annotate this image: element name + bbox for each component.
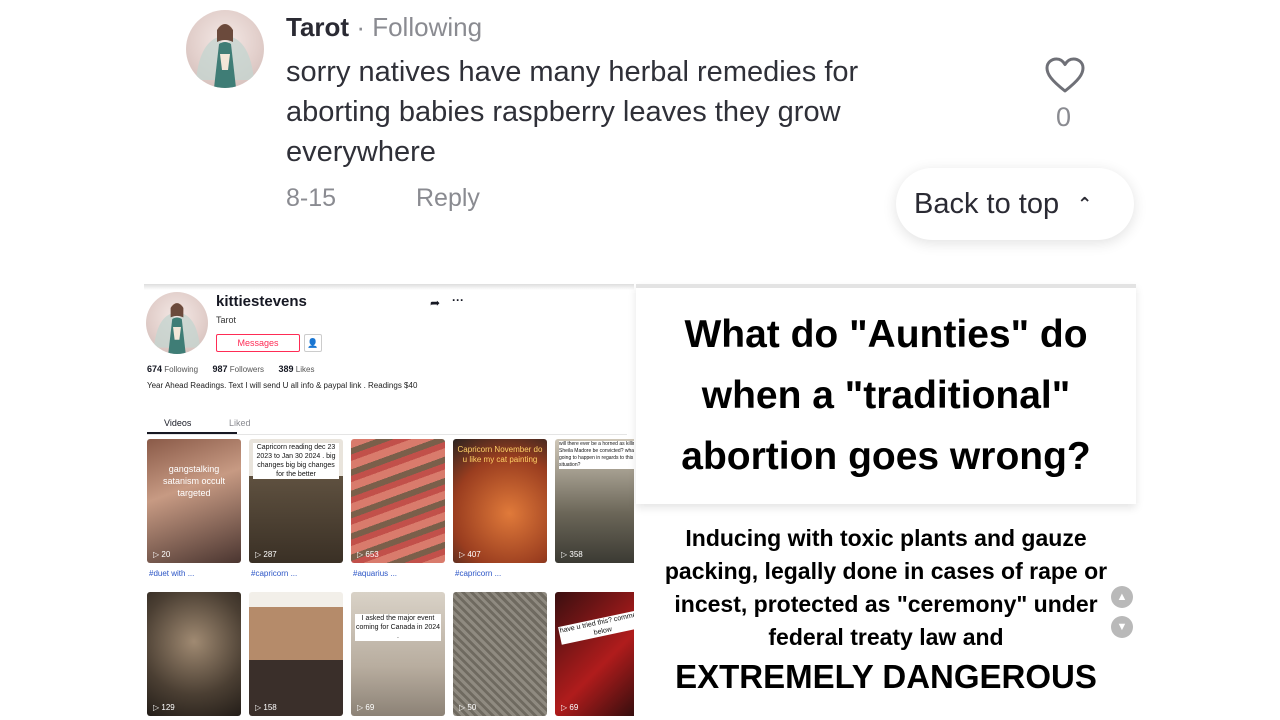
video-caption[interactable]: #capricorn ... [455,569,501,578]
video-thumbnail[interactable]: ▷ 653 [351,439,445,563]
video-views: ▷ 20 [153,550,171,559]
video-views: ▷ 69 [357,703,375,712]
scroll-down-button[interactable]: ▼ [1111,616,1133,638]
video-views: ▷ 69 [561,703,579,712]
profile-nickname: Tarot [216,315,237,325]
author-name[interactable]: Tarot [286,12,349,42]
video-thumbnail[interactable]: have u tried this? comment below ▷ 69 [555,592,634,716]
back-to-top-button[interactable]: Back to top ⌃ [896,168,1134,240]
share-icon[interactable]: ➦ [430,296,440,310]
followers-count: 987 [212,364,228,374]
profile-bio: Year Ahead Readings. Text I will send U … [147,381,418,390]
reply-button[interactable]: Reply [416,184,480,213]
profile-stats: 674 Following 987 Followers 389 Likes [147,364,314,374]
profile-top-shadow [144,284,634,290]
tab-divider [147,434,627,435]
video-views: ▷ 407 [459,550,481,559]
author-separator: · [356,12,365,42]
profile-screenshot: kittiestevens Tarot ➦ ··· Messages 👤 674… [144,284,634,720]
chevron-up-icon: ▲ [1116,591,1128,603]
video-overlay-text: Capricorn November do u like my cat pain… [457,445,543,464]
video-overlay-text: I asked the major event coming for Canad… [355,614,441,641]
video-views: ▷ 129 [153,703,175,712]
video-overlay-text: Capricorn reading dec 23 2023 to Jan 30 … [253,443,339,479]
video-caption[interactable]: #capricorn ... [251,569,297,578]
following-label: Following [372,12,483,42]
video-thumbnail[interactable]: Capricorn November do u like my cat pain… [453,439,547,563]
add-friend-icon[interactable]: 👤 [304,334,322,352]
panel-body-text: Inducing with toxic plants and gauze pac… [664,525,1108,650]
video-caption[interactable]: #aquarius ... [353,569,397,578]
scroll-up-button[interactable]: ▲ [1111,586,1133,608]
video-views: ▷ 358 [561,550,583,559]
comment-block: Tarot · Following sorry natives have man… [0,0,1280,260]
followers-stat-label: Followers [229,365,265,374]
chevron-down-icon: ▼ [1116,621,1128,633]
video-thumbnail[interactable]: ▷ 158 [249,592,343,716]
following-stat-label: Following [164,365,199,374]
like-button[interactable] [1044,56,1086,94]
video-thumbnail[interactable]: ▷ 50 [453,592,547,716]
video-thumbnail[interactable]: ▷ 129 [147,592,241,716]
video-thumbnail[interactable]: gangstalking satanism occult targeted ▷ … [147,439,241,563]
commenter-avatar[interactable] [186,10,264,88]
video-overlay-text: will there ever be a horned as killing S… [559,441,634,469]
video-overlay-text: have u tried this? comment below [558,609,634,645]
comment-author[interactable]: Tarot · Following [286,12,482,43]
tab-videos[interactable]: Videos [164,418,191,428]
video-thumbnail[interactable]: Capricorn reading dec 23 2023 to Jan 30 … [249,439,343,563]
likes-stat-label: Likes [295,365,315,374]
messages-button[interactable]: Messages [216,334,300,352]
video-overlay-text: gangstalking satanism occult targeted [162,464,226,498]
video-views: ▷ 653 [357,550,379,559]
angel-avatar-icon [153,303,201,354]
video-thumbnail[interactable]: will there ever be a horned as killing S… [555,439,634,563]
like-count: 0 [1056,102,1072,132]
panel-title: What do "Aunties" do when a "traditional… [681,313,1091,478]
info-panel: What do "Aunties" do when a "traditional… [636,284,1136,720]
comment-date: 8-15 [286,184,337,212]
video-caption[interactable]: #duet with ... [149,569,194,578]
likes-count: 389 [278,364,294,374]
panel-header: What do "Aunties" do when a "traditional… [636,284,1136,504]
video-views: ▷ 158 [255,703,277,712]
video-views: ▷ 287 [255,550,277,559]
following-count: 674 [147,364,163,374]
video-thumbnail[interactable]: I asked the major event coming for Canad… [351,592,445,716]
more-options-icon[interactable]: ··· [452,293,464,307]
video-views: ▷ 50 [459,703,477,712]
tab-liked[interactable]: Liked [229,418,251,428]
back-to-top-label: Back to top [914,187,1060,220]
profile-username: kittiestevens [216,293,307,310]
comment-text: sorry natives have many herbal remedies … [286,56,859,168]
double-chevron-up-icon: ⌃ [1077,193,1093,214]
heart-icon [1045,57,1085,93]
angel-avatar-icon [196,24,254,88]
panel-warning: EXTREMELY DANGEROUS [675,658,1097,695]
profile-avatar[interactable] [146,292,208,354]
